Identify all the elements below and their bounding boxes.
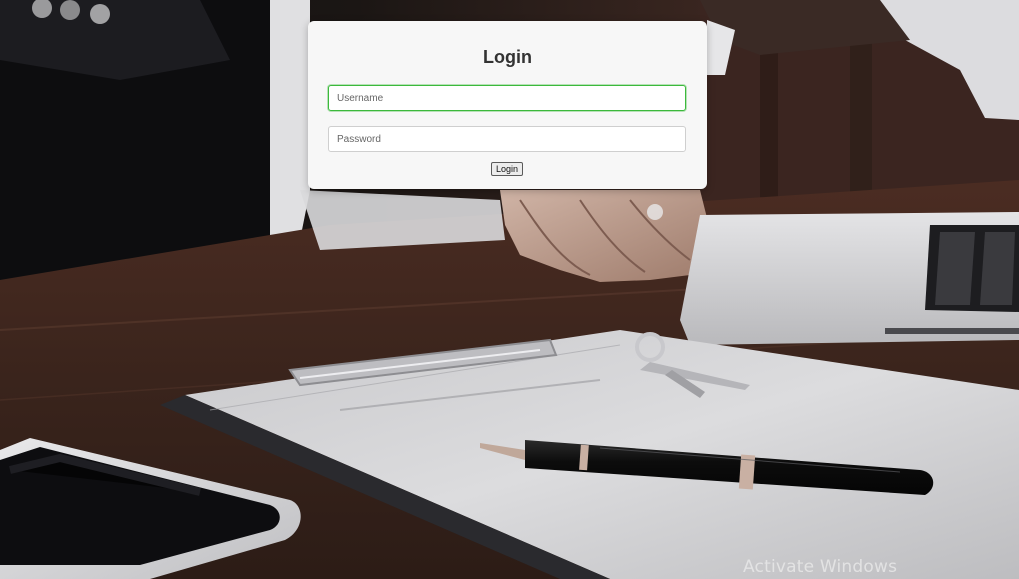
page-root: Login Login Activate Windows [0,0,1019,579]
username-input[interactable] [328,85,686,111]
login-card: Login Login [308,21,707,189]
activate-windows-watermark: Activate Windows [743,557,898,577]
password-input[interactable] [328,126,686,152]
login-title: Login [483,47,532,67]
login-button[interactable]: Login [491,162,523,176]
